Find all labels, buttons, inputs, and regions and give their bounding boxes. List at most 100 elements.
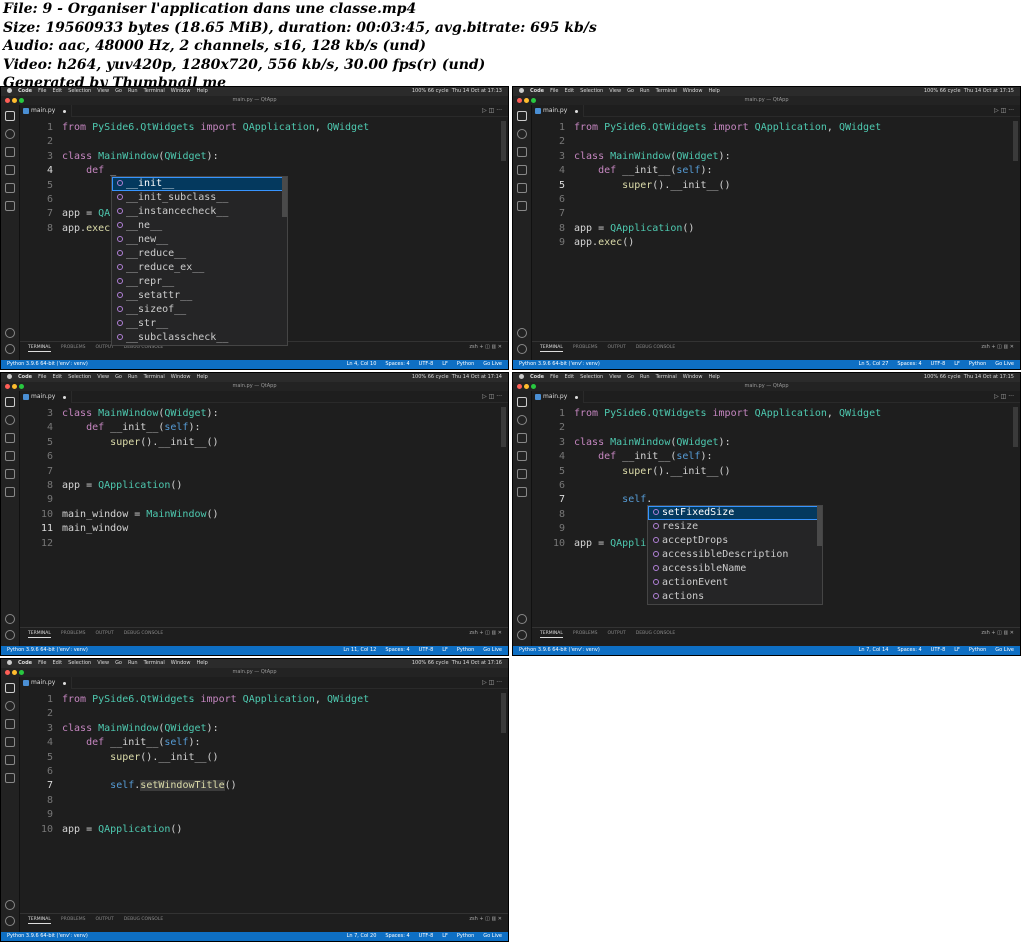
run-debug-icon[interactable] — [517, 451, 527, 461]
code-text[interactable]: class MainWindow(QWidget): — [62, 407, 219, 421]
panel-tab-debug-console[interactable]: DEBUG CONSOLE — [124, 631, 163, 636]
suggestion-item[interactable]: accessibleName — [648, 562, 822, 576]
menu-file[interactable]: File — [550, 87, 558, 96]
testing-icon[interactable] — [5, 487, 15, 497]
unsaved-dot-icon[interactable] — [575, 396, 578, 399]
encoding[interactable]: UTF-8 — [931, 361, 946, 367]
suggestion-item[interactable]: __repr__ — [112, 275, 287, 289]
terminal-shell-label[interactable]: zsh — [469, 916, 477, 922]
code-text[interactable]: app = QAp — [62, 207, 116, 221]
suggestion-item[interactable]: setFixedSize — [648, 506, 822, 520]
menu-help[interactable]: Help — [196, 87, 207, 96]
zoom-window-button[interactable] — [19, 384, 24, 389]
menu-terminal[interactable]: Terminal — [656, 373, 677, 382]
menu-file[interactable]: File — [38, 373, 46, 382]
source-control-icon[interactable] — [5, 433, 15, 443]
panel-tab-terminal[interactable]: TERMINAL — [28, 631, 51, 638]
trash-icon[interactable]: ▥ — [491, 630, 496, 636]
unsaved-dot-icon[interactable] — [575, 110, 578, 113]
zoom-window-button[interactable] — [19, 670, 24, 675]
language-mode[interactable]: Python — [969, 361, 986, 367]
split-terminal-icon[interactable]: ◫ — [997, 344, 1002, 350]
code-text[interactable]: app.exec( — [62, 222, 116, 236]
line-ending[interactable]: LF — [442, 933, 448, 939]
menu-edit[interactable]: Edit — [52, 659, 62, 668]
search-icon[interactable] — [5, 129, 15, 139]
menu-help[interactable]: Help — [196, 373, 207, 382]
code-text[interactable]: self.setWindowTitle() — [62, 779, 237, 793]
menu-run[interactable]: Run — [128, 373, 138, 382]
split-editor-icon[interactable]: ◫ — [489, 107, 495, 114]
run-debug-icon[interactable] — [5, 165, 15, 175]
go-live-button[interactable]: Go Live — [483, 361, 502, 367]
go-live-button[interactable]: Go Live — [995, 647, 1014, 653]
menu-terminal[interactable]: Terminal — [144, 373, 165, 382]
zoom-window-button[interactable] — [19, 98, 24, 103]
line-ending[interactable]: LF — [954, 647, 960, 653]
suggestion-item[interactable]: __init_subclass__ — [112, 191, 287, 205]
close-window-button[interactable] — [517, 384, 522, 389]
panel-tab-terminal[interactable]: TERMINAL — [540, 345, 563, 352]
cursor-position[interactable]: Ln 7, Col 20 — [347, 933, 377, 939]
panel-tab-problems[interactable]: PROBLEMS — [61, 917, 86, 922]
unsaved-dot-icon[interactable] — [63, 682, 66, 685]
trash-icon[interactable]: ▥ — [491, 344, 496, 350]
search-icon[interactable] — [5, 415, 15, 425]
add-terminal-icon[interactable]: + — [479, 916, 483, 922]
encoding[interactable]: UTF-8 — [419, 933, 434, 939]
menu-window[interactable]: Window — [171, 373, 191, 382]
menu-run[interactable]: Run — [128, 87, 138, 96]
apple-icon[interactable] — [7, 660, 12, 665]
menu-go[interactable]: Go — [115, 87, 122, 96]
code-editor[interactable]: 1 from PySide6.QtWidgets import QApplicat… — [532, 117, 1020, 341]
encoding[interactable]: UTF-8 — [419, 647, 434, 653]
suggestion-item[interactable]: actions — [648, 590, 822, 604]
menu-go[interactable]: Go — [627, 373, 634, 382]
menu-run[interactable]: Run — [128, 659, 138, 668]
terminal-shell-label[interactable]: zsh — [981, 630, 989, 636]
menu-file[interactable]: File — [38, 87, 46, 96]
menu-selection[interactable]: Selection — [580, 87, 603, 96]
unsaved-dot-icon[interactable] — [63, 110, 66, 113]
python-interpreter[interactable]: Python 3.9.6 64-bit ('env': venv) — [519, 360, 600, 369]
split-editor-icon[interactable]: ◫ — [489, 679, 495, 686]
suggestion-item[interactable]: __reduce_ex__ — [112, 261, 287, 275]
apple-icon[interactable] — [519, 374, 524, 379]
panel-tab-output[interactable]: OUTPUT — [607, 345, 625, 350]
testing-icon[interactable] — [517, 487, 527, 497]
indentation[interactable]: Spaces: 4 — [897, 361, 921, 367]
app-menu[interactable]: Code — [18, 373, 32, 382]
run-icon[interactable]: ▷ — [994, 393, 999, 400]
testing-icon[interactable] — [5, 773, 15, 783]
explorer-icon[interactable] — [517, 397, 527, 407]
run-icon[interactable]: ▷ — [482, 679, 487, 686]
tab-main-py[interactable]: main.py — [532, 391, 584, 403]
code-text[interactable]: def __init__(self): — [62, 421, 200, 435]
go-live-button[interactable]: Go Live — [995, 361, 1014, 367]
suggestion-item[interactable]: __init__ — [112, 177, 287, 191]
app-menu[interactable]: Code — [530, 87, 544, 96]
code-text[interactable]: def __init__(self): — [62, 736, 200, 750]
minimize-window-button[interactable] — [12, 670, 17, 675]
more-icon[interactable]: ··· — [496, 393, 502, 400]
suggestion-item[interactable]: resize — [648, 520, 822, 534]
language-mode[interactable]: Python — [457, 647, 474, 653]
cursor-position[interactable]: Ln 5, Col 27 — [859, 361, 889, 367]
menu-window[interactable]: Window — [171, 659, 191, 668]
account-icon[interactable] — [517, 614, 527, 624]
run-debug-icon[interactable] — [517, 165, 527, 175]
panel-tab-problems[interactable]: PROBLEMS — [61, 345, 86, 350]
source-control-icon[interactable] — [5, 147, 15, 157]
editor-scrollbar[interactable] — [1013, 121, 1018, 161]
menu-file[interactable]: File — [550, 373, 558, 382]
menu-edit[interactable]: Edit — [564, 87, 574, 96]
close-panel-icon[interactable]: ✕ — [498, 916, 502, 922]
more-icon[interactable]: ··· — [1008, 393, 1014, 400]
app-menu[interactable]: Code — [530, 373, 544, 382]
menu-window[interactable]: Window — [683, 87, 703, 96]
search-icon[interactable] — [517, 415, 527, 425]
close-panel-icon[interactable]: ✕ — [1010, 344, 1014, 350]
apple-icon[interactable] — [7, 374, 12, 379]
add-terminal-icon[interactable]: + — [479, 344, 483, 350]
menu-selection[interactable]: Selection — [68, 87, 91, 96]
